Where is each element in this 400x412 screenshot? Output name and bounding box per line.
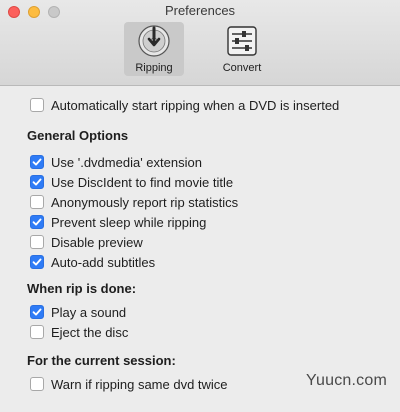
option-warn-same-dvd[interactable]: Warn if ripping same dvd twice (30, 376, 228, 392)
toolbar-ripping-tab[interactable]: Ripping (124, 22, 184, 76)
auto-start-label: Automatically start ripping when a DVD i… (51, 97, 340, 113)
toolbar-convert-tab[interactable]: Convert (212, 22, 272, 76)
convert-sliders-icon (227, 26, 257, 56)
auto-start-checkbox[interactable] (30, 98, 44, 112)
prevent-sleep-label: Prevent sleep while ripping (51, 214, 207, 230)
checkmark-icon (32, 218, 42, 226)
play-sound-label: Play a sound (51, 304, 127, 320)
warn-same-dvd-label: Warn if ripping same dvd twice (51, 376, 228, 392)
disable-preview-checkbox[interactable] (30, 235, 44, 249)
report-statistics-label: Anonymously report rip statistics (51, 194, 239, 210)
checkmark-icon (32, 308, 42, 316)
report-statistics-checkbox[interactable] (30, 195, 44, 209)
option-dvdmedia-extension[interactable]: Use '.dvdmedia' extension (30, 154, 202, 170)
checkmark-icon (32, 158, 42, 166)
option-play-sound[interactable]: Play a sound (30, 304, 126, 320)
disable-preview-label: Disable preview (51, 234, 143, 250)
discident-label: Use DiscIdent to find movie title (51, 174, 234, 190)
toolbar-ripping-label: Ripping (135, 62, 173, 74)
when-done-heading: When rip is done: (27, 281, 137, 296)
toolbar-convert-label: Convert (222, 62, 262, 74)
auto-add-subtitles-label: Auto-add subtitles (51, 254, 156, 270)
ripping-icon (138, 25, 170, 57)
titlebar: Preferences Ripping Convert (0, 0, 400, 86)
eject-disc-checkbox[interactable] (30, 325, 44, 339)
checkmark-icon (32, 178, 42, 186)
option-disable-preview[interactable]: Disable preview (30, 234, 143, 250)
watermark-text: Yuucn.com (306, 372, 387, 389)
auto-add-subtitles-checkbox[interactable] (30, 255, 44, 269)
option-discident[interactable]: Use DiscIdent to find movie title (30, 174, 233, 190)
general-options-heading: General Options (27, 128, 129, 143)
warn-same-dvd-checkbox[interactable] (30, 377, 44, 391)
prevent-sleep-checkbox[interactable] (30, 215, 44, 229)
dvdmedia-extension-label: Use '.dvdmedia' extension (51, 154, 202, 170)
option-report-statistics[interactable]: Anonymously report rip statistics (30, 194, 238, 210)
window-title: Preferences (164, 3, 236, 18)
auto-start-option[interactable]: Automatically start ripping when a DVD i… (30, 97, 339, 113)
play-sound-checkbox[interactable] (30, 305, 44, 319)
option-eject-disc[interactable]: Eject the disc (30, 324, 128, 340)
checkmark-icon (32, 258, 42, 266)
eject-disc-label: Eject the disc (51, 324, 129, 340)
discident-checkbox[interactable] (30, 175, 44, 189)
option-auto-add-subtitles[interactable]: Auto-add subtitles (30, 254, 155, 270)
option-prevent-sleep[interactable]: Prevent sleep while ripping (30, 214, 206, 230)
current-session-heading: For the current session: (27, 353, 176, 368)
dvdmedia-extension-checkbox[interactable] (30, 155, 44, 169)
